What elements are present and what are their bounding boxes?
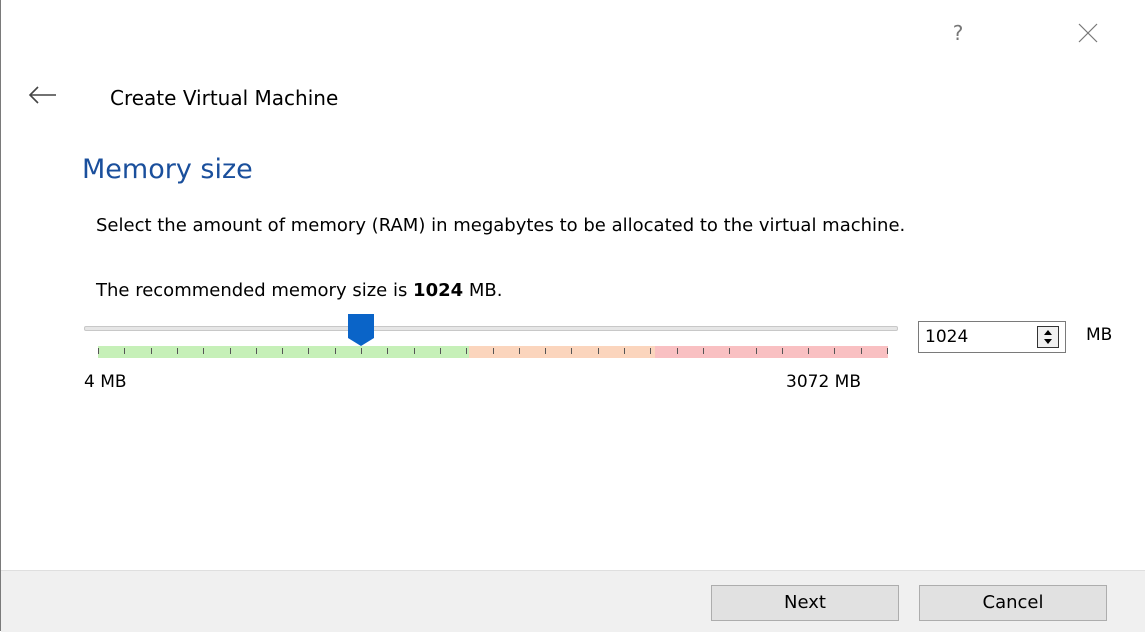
slider-tick: [756, 348, 757, 354]
slider-tick: [466, 348, 467, 354]
slider-tick: [203, 348, 204, 354]
slider-tick: [545, 348, 546, 354]
slider-tick: [177, 348, 178, 354]
slider-tick: [571, 348, 572, 354]
unit-label: MB: [1086, 325, 1113, 345]
slider-tick: [414, 348, 415, 354]
page-description: Select the amount of memory (RAM) in meg…: [96, 215, 906, 236]
slider-tick: [98, 348, 99, 354]
slider-tick: [124, 348, 125, 354]
spin-up-icon[interactable]: [1038, 327, 1058, 337]
slider-tick: [230, 348, 231, 354]
close-button[interactable]: [1065, 16, 1111, 50]
slider-tick: [256, 348, 257, 354]
slider-tick: [703, 348, 704, 354]
window-border: [0, 0, 1, 631]
next-button[interactable]: Next: [711, 585, 899, 621]
slider-tick: [519, 348, 520, 354]
slider-tick: [808, 348, 809, 354]
cancel-button[interactable]: Cancel: [919, 585, 1107, 621]
slider-tick: [650, 348, 651, 354]
slider-tick: [493, 348, 494, 354]
back-arrow-icon: [28, 86, 56, 104]
page-heading: Memory size: [82, 154, 253, 185]
slider-tick: [308, 348, 309, 354]
slider-tick: [387, 348, 388, 354]
slider-tick: [282, 348, 283, 354]
slider-tick: [782, 348, 783, 354]
slider-tick: [887, 348, 888, 354]
recommended-value: 1024: [413, 280, 464, 301]
wizard-footer: Next Cancel: [1, 570, 1145, 632]
spin-buttons[interactable]: [1037, 326, 1059, 348]
slider-max-label: 3072 MB: [786, 372, 861, 392]
title-bar: ?: [1, 0, 1145, 62]
slider-tick: [335, 348, 336, 354]
slider-tick: [440, 348, 441, 354]
slider-ticks: [98, 346, 888, 358]
recommendation-suffix: MB.: [463, 280, 503, 301]
slider-tick: [677, 348, 678, 354]
recommendation-text: The recommended memory size is 1024 MB.: [96, 280, 502, 301]
slider-handle[interactable]: [345, 312, 377, 348]
slider-min-label: 4 MB: [84, 372, 127, 392]
slider-tick: [861, 348, 862, 354]
help-icon: ?: [952, 21, 964, 45]
slider-tick: [598, 348, 599, 354]
spin-down-icon[interactable]: [1038, 337, 1058, 347]
slider-zones: [98, 346, 888, 358]
wizard-title: Create Virtual Machine: [110, 86, 339, 110]
memory-spinbox[interactable]: [918, 321, 1066, 353]
recommendation-prefix: The recommended memory size is: [96, 280, 414, 301]
help-button[interactable]: ?: [935, 16, 981, 50]
slider-tick: [624, 348, 625, 354]
memory-input[interactable]: [925, 322, 1015, 352]
back-button[interactable]: [24, 84, 68, 114]
slider-tick: [151, 348, 152, 354]
slider-track[interactable]: [84, 326, 898, 331]
slider-tick: [361, 348, 362, 354]
memory-slider[interactable]: [82, 312, 898, 362]
slider-tick: [729, 348, 730, 354]
close-icon: [1078, 23, 1098, 43]
slider-tick: [834, 348, 835, 354]
